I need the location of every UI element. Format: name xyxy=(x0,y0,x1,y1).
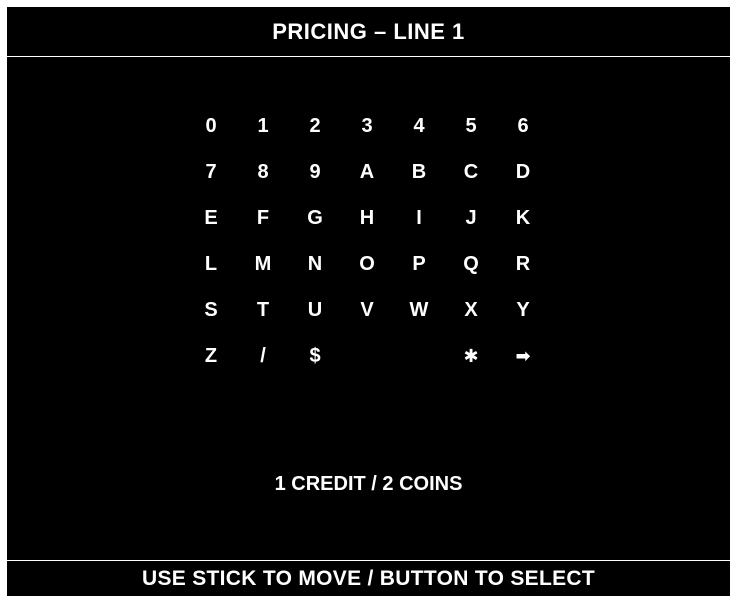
grid-cell-4[interactable]: 4 xyxy=(393,103,445,149)
grid-cell-label: 0 xyxy=(205,114,217,137)
grid-cell-8[interactable]: 8 xyxy=(237,149,289,195)
grid-cell-q[interactable]: Q xyxy=(445,241,497,287)
asterisk-icon: ✱ xyxy=(463,345,479,366)
grid-cell-o[interactable]: O xyxy=(341,241,393,287)
grid-cell-end[interactable]: ➡ xyxy=(497,333,549,379)
grid-cell-g[interactable]: G xyxy=(289,195,341,241)
grid-cell-w[interactable]: W xyxy=(393,287,445,333)
grid-cell-c[interactable]: C xyxy=(445,149,497,195)
grid-cell-l[interactable]: L xyxy=(185,241,237,287)
grid-cell-label: S xyxy=(204,298,218,321)
grid-cell-label: Q xyxy=(463,252,479,275)
grid-cell-x[interactable]: X xyxy=(445,287,497,333)
grid-cell-label: / xyxy=(260,344,266,367)
character-grid: 0 1 2 3 4 5 6 7 8 9 A B C D E F G H I J K L M N O P Q R S T U V W X Y Z / $ ✱… xyxy=(185,103,549,379)
grid-cell-asterisk[interactable]: ✱ xyxy=(445,333,497,379)
grid-cell-label: W xyxy=(409,298,429,321)
grid-cell-label: H xyxy=(359,206,375,229)
grid-cell-label: A xyxy=(359,160,375,183)
grid-cell-label: G xyxy=(307,206,323,229)
grid-cell-p[interactable]: P xyxy=(393,241,445,287)
grid-cell-space[interactable] xyxy=(393,333,445,379)
grid-cell-label: P xyxy=(412,252,426,275)
grid-cell-s[interactable]: S xyxy=(185,287,237,333)
grid-cell-label: 4 xyxy=(413,114,425,137)
grid-cell-d[interactable]: D xyxy=(497,149,549,195)
grid-cell-label: 9 xyxy=(309,160,321,183)
grid-cell-t[interactable]: T xyxy=(237,287,289,333)
grid-cell-label: M xyxy=(254,252,272,275)
grid-cell-label: Z xyxy=(204,344,218,367)
grid-cell-v[interactable]: V xyxy=(341,287,393,333)
grid-cell-label: 2 xyxy=(309,114,321,137)
grid-cell-label: U xyxy=(307,298,323,321)
screen-title: PRICING – LINE 1 xyxy=(272,19,465,44)
grid-cell-label: X xyxy=(464,298,478,321)
grid-cell-label: 3 xyxy=(361,114,373,137)
grid-cell-5[interactable]: 5 xyxy=(445,103,497,149)
arrow-right-icon: ➡ xyxy=(515,345,531,366)
grid-cell-r[interactable]: R xyxy=(497,241,549,287)
grid-cell-label: J xyxy=(465,206,477,229)
title-divider xyxy=(7,56,730,57)
grid-cell-label: 8 xyxy=(257,160,269,183)
grid-cell-label: 5 xyxy=(465,114,477,137)
grid-cell-9[interactable]: 9 xyxy=(289,149,341,195)
grid-cell-3[interactable]: 3 xyxy=(341,103,393,149)
grid-cell-label: 6 xyxy=(517,114,529,137)
grid-cell-label: E xyxy=(204,206,218,229)
grid-cell-m[interactable]: M xyxy=(237,241,289,287)
grid-cell-label: R xyxy=(515,252,531,275)
grid-cell-7[interactable]: 7 xyxy=(185,149,237,195)
grid-cell-k[interactable]: K xyxy=(497,195,549,241)
grid-cell-dollar[interactable]: $ xyxy=(289,333,341,379)
grid-cell-1[interactable]: 1 xyxy=(237,103,289,149)
grid-cell-space[interactable] xyxy=(341,333,393,379)
grid-cell-label: O xyxy=(359,252,375,275)
grid-cell-f[interactable]: F xyxy=(237,195,289,241)
grid-cell-label: T xyxy=(256,298,270,321)
grid-cell-label: N xyxy=(307,252,323,275)
grid-cell-i[interactable]: I xyxy=(393,195,445,241)
grid-cell-j[interactable]: J xyxy=(445,195,497,241)
grid-cell-label: 1 xyxy=(257,114,269,137)
grid-cell-label: K xyxy=(515,206,531,229)
pricing-value: 1 CREDIT / 2 COINS xyxy=(274,473,463,495)
grid-cell-6[interactable]: 6 xyxy=(497,103,549,149)
grid-cell-label: $ xyxy=(309,344,321,367)
footer-instruction: USE STICK TO MOVE / BUTTON TO SELECT xyxy=(141,566,595,590)
grid-cell-2[interactable]: 2 xyxy=(289,103,341,149)
grid-cell-0[interactable]: 0 xyxy=(185,103,237,149)
grid-cell-label: Y xyxy=(516,298,530,321)
grid-cell-label: C xyxy=(463,160,479,183)
grid-cell-e[interactable]: E xyxy=(185,195,237,241)
grid-cell-b[interactable]: B xyxy=(393,149,445,195)
operator-screen: PRICING – LINE 1 0 1 2 3 4 5 6 7 8 9 A B C D E F G H I J K L M… xyxy=(7,7,730,596)
grid-cell-label: F xyxy=(256,206,270,229)
grid-cell-label: V xyxy=(360,298,374,321)
grid-cell-a[interactable]: A xyxy=(341,149,393,195)
grid-cell-label: 7 xyxy=(205,160,217,183)
grid-cell-z[interactable]: Z xyxy=(185,333,237,379)
grid-cell-h[interactable]: H xyxy=(341,195,393,241)
grid-cell-label: B xyxy=(411,160,427,183)
grid-cell-u[interactable]: U xyxy=(289,287,341,333)
grid-cell-y[interactable]: Y xyxy=(497,287,549,333)
grid-cell-label: I xyxy=(416,206,422,229)
grid-cell-n[interactable]: N xyxy=(289,241,341,287)
grid-cell-label: D xyxy=(515,160,531,183)
grid-cell-slash[interactable]: / xyxy=(237,333,289,379)
grid-cell-label: L xyxy=(204,252,218,275)
